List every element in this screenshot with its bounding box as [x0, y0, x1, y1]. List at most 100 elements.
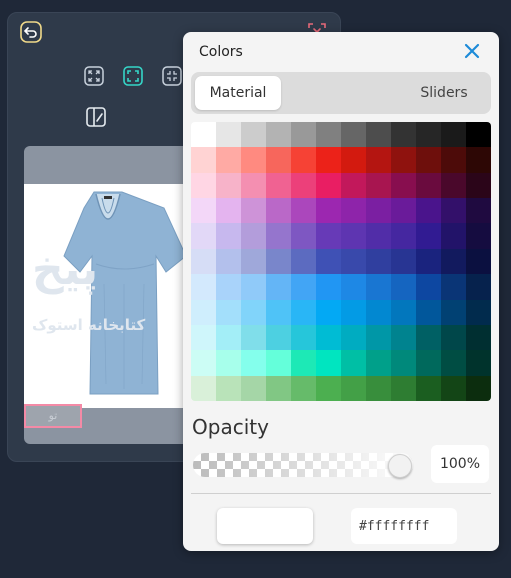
color-swatch[interactable] [466, 324, 491, 351]
color-swatch[interactable] [441, 223, 466, 249]
color-swatch[interactable] [241, 350, 266, 376]
color-swatch[interactable] [366, 147, 391, 173]
color-swatch[interactable] [191, 274, 216, 300]
color-swatch[interactable] [291, 324, 316, 351]
layout-button[interactable] [83, 104, 109, 130]
color-swatch[interactable] [216, 248, 241, 275]
color-swatch[interactable] [316, 223, 341, 249]
color-swatch[interactable] [191, 350, 216, 376]
color-swatch[interactable] [391, 147, 416, 173]
color-swatch[interactable] [441, 375, 466, 401]
color-swatch[interactable] [466, 223, 491, 249]
color-swatch[interactable] [291, 172, 316, 199]
color-swatch[interactable] [216, 172, 241, 199]
color-swatch[interactable] [291, 248, 316, 275]
color-swatch[interactable] [466, 248, 491, 275]
color-swatch[interactable] [291, 375, 316, 401]
color-swatch[interactable] [391, 223, 416, 249]
color-swatch[interactable] [366, 172, 391, 199]
fit-expand-button[interactable] [81, 63, 107, 89]
color-swatch[interactable] [441, 147, 466, 173]
color-swatch[interactable] [266, 274, 291, 300]
color-swatch[interactable] [341, 350, 366, 376]
color-swatch[interactable] [441, 248, 466, 275]
color-swatch[interactable] [241, 248, 266, 275]
color-swatch[interactable] [291, 147, 316, 173]
color-swatch[interactable] [191, 122, 216, 148]
crop-selection-button[interactable] [120, 63, 146, 89]
color-swatch[interactable] [391, 375, 416, 401]
color-swatch[interactable] [366, 274, 391, 300]
color-swatch[interactable] [216, 299, 241, 325]
color-swatch[interactable] [316, 375, 341, 401]
undo-button[interactable] [18, 19, 44, 45]
color-swatch[interactable] [241, 299, 266, 325]
color-swatch[interactable] [366, 223, 391, 249]
color-swatch[interactable] [216, 147, 241, 173]
selected-color-swatch[interactable] [217, 508, 313, 544]
color-swatch[interactable] [391, 274, 416, 300]
color-swatch[interactable] [366, 324, 391, 351]
color-swatch[interactable] [466, 350, 491, 376]
color-swatch[interactable] [416, 324, 441, 351]
color-swatch[interactable] [216, 198, 241, 224]
color-swatch[interactable] [266, 122, 291, 148]
color-swatch[interactable] [341, 299, 366, 325]
color-swatch[interactable] [366, 350, 391, 376]
close-dialog-button[interactable] [461, 40, 483, 62]
color-swatch[interactable] [441, 122, 466, 148]
color-swatch[interactable] [216, 375, 241, 401]
fit-shrink-button[interactable] [159, 63, 185, 89]
color-swatch[interactable] [216, 122, 241, 148]
color-swatch[interactable] [266, 198, 291, 224]
color-swatch[interactable] [241, 324, 266, 351]
color-swatch[interactable] [191, 375, 216, 401]
color-swatch[interactable] [391, 122, 416, 148]
color-swatch[interactable] [341, 147, 366, 173]
color-swatch[interactable] [366, 122, 391, 148]
color-swatch[interactable] [316, 122, 341, 148]
opacity-value-field[interactable]: 100% [431, 445, 489, 483]
tab-sliders[interactable]: Sliders [401, 76, 487, 110]
color-swatch[interactable] [216, 350, 241, 376]
color-swatch[interactable] [466, 198, 491, 224]
color-swatch[interactable] [416, 299, 441, 325]
color-swatch[interactable] [366, 248, 391, 275]
color-swatch[interactable] [416, 172, 441, 199]
color-swatch[interactable] [291, 274, 316, 300]
color-swatch[interactable] [291, 223, 316, 249]
color-swatch[interactable] [441, 324, 466, 351]
color-swatch[interactable] [341, 375, 366, 401]
color-swatch[interactable] [316, 274, 341, 300]
color-swatch[interactable] [366, 299, 391, 325]
color-swatch[interactable] [416, 375, 441, 401]
color-swatch[interactable] [466, 147, 491, 173]
color-swatch[interactable] [241, 274, 266, 300]
color-swatch[interactable] [241, 223, 266, 249]
color-swatch[interactable] [466, 375, 491, 401]
color-swatch[interactable] [316, 248, 341, 275]
color-swatch[interactable] [441, 350, 466, 376]
color-swatch[interactable] [266, 299, 291, 325]
color-swatch[interactable] [416, 198, 441, 224]
color-swatch[interactable] [341, 324, 366, 351]
color-swatch[interactable] [416, 274, 441, 300]
color-swatch[interactable] [391, 198, 416, 224]
opacity-slider[interactable] [193, 453, 413, 477]
color-swatch[interactable] [391, 172, 416, 199]
color-swatch[interactable] [391, 248, 416, 275]
color-swatch[interactable] [366, 198, 391, 224]
opacity-slider-thumb[interactable] [388, 454, 412, 478]
color-swatch[interactable] [441, 299, 466, 325]
color-swatch[interactable] [266, 248, 291, 275]
color-swatch[interactable] [441, 198, 466, 224]
color-swatch[interactable] [416, 147, 441, 173]
color-swatch[interactable] [241, 375, 266, 401]
color-swatch[interactable] [341, 172, 366, 199]
color-swatch[interactable] [341, 198, 366, 224]
color-swatch[interactable] [191, 299, 216, 325]
selection-box[interactable]: ﺗﻮ [24, 404, 82, 428]
color-swatch[interactable] [441, 172, 466, 199]
color-swatch[interactable] [366, 375, 391, 401]
color-swatch[interactable] [341, 223, 366, 249]
